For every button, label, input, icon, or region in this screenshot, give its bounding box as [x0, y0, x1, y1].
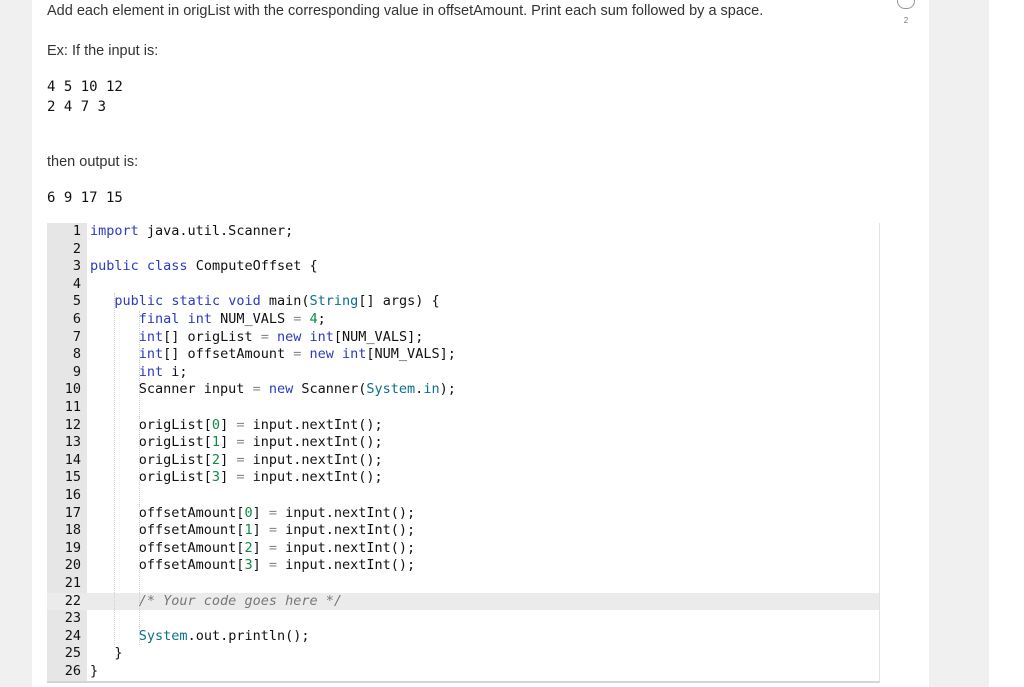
code-line[interactable]: 11 [47, 399, 879, 417]
code-text[interactable]: origList[3] = input.nextInt(); [90, 469, 383, 487]
code-editor[interactable]: 1 import java.util.Scanner; 2 3 public class… [47, 223, 880, 683]
line-number: 15 [64, 469, 81, 486]
line-number: 25 [64, 645, 81, 662]
code-line[interactable]: 8 int[] offsetAmount = new int[NUM_VALS]… [47, 346, 879, 364]
code-line[interactable]: 12 origList[0] = input.nextInt(); [47, 417, 879, 435]
code-text[interactable]: origList[2] = input.nextInt(); [90, 452, 383, 470]
code-text[interactable]: /* Your code goes here */ [90, 593, 342, 611]
code-line[interactable]: 21 [47, 575, 879, 593]
line-number: 23 [64, 610, 81, 627]
line-number: 7 [72, 328, 81, 345]
code-text[interactable]: public static void main(String[] args) { [90, 293, 439, 311]
line-number: 11 [64, 399, 81, 415]
code-line[interactable]: 22 /* Your code goes here */ [47, 592, 879, 611]
line-number: 24 [64, 627, 81, 644]
code-text[interactable]: import java.util.Scanner; [90, 223, 293, 241]
code-line[interactable]: 24 System.out.println(); [47, 628, 879, 646]
line-number: 20 [64, 557, 81, 574]
code-text[interactable]: } [90, 645, 122, 663]
code-line[interactable]: 1 import java.util.Scanner; [47, 223, 879, 241]
progress-count: 2 [903, 16, 909, 25]
line-number: 19 [64, 539, 81, 556]
code-text[interactable]: origList[1] = input.nextInt(); [90, 434, 383, 452]
code-line[interactable]: 14 origList[2] = input.nextInt(); [47, 452, 879, 470]
code-text[interactable]: } [90, 663, 98, 681]
line-number: 14 [64, 451, 81, 468]
line-number: 5 [72, 293, 81, 310]
line-number: 8 [72, 346, 81, 363]
code-line[interactable]: 7 int[] origList = new int[NUM_VALS]; [47, 329, 879, 347]
code-text[interactable]: public class ComputeOffset { [90, 258, 318, 276]
code-line[interactable]: 10 Scanner input = new Scanner(System.in… [47, 381, 879, 399]
indent-guide [114, 293, 116, 646]
code-line[interactable]: 20 offsetAmount[3] = input.nextInt(); [47, 557, 879, 575]
example-input-line-2: 2 4 7 3 [47, 99, 107, 115]
example-input-line-1: 4 5 10 12 [47, 79, 123, 95]
example-label: Ex: If the input is: [47, 43, 159, 59]
code-line[interactable]: 19 offsetAmount[2] = input.nextInt(); [47, 540, 879, 558]
code-text[interactable]: final int NUM_VALS = 4; [90, 311, 326, 329]
code-text[interactable]: int[] origList = new int[NUM_VALS]; [90, 329, 424, 347]
code-line[interactable]: 25 } [47, 645, 879, 663]
line-number: 21 [64, 575, 81, 591]
code-line[interactable]: 3 public class ComputeOffset { [47, 258, 879, 276]
indent-guide [138, 311, 140, 646]
line-number: 3 [72, 258, 81, 275]
line-number: 18 [64, 522, 81, 539]
line-number: 1 [72, 223, 81, 239]
line-number: 26 [64, 663, 81, 679]
line-number: 10 [64, 381, 81, 398]
line-number: 2 [72, 240, 81, 257]
line-number: 9 [72, 363, 81, 380]
code-text[interactable]: Scanner input = new Scanner(System.in); [90, 381, 456, 399]
code-line[interactable]: 18 offsetAmount[1] = input.nextInt(); [47, 522, 879, 540]
line-number: 12 [64, 416, 81, 433]
example-output-line: 6 9 17 15 [47, 190, 123, 206]
code-line[interactable]: 6 final int NUM_VALS = 4; [47, 311, 879, 329]
instructions-text: Add each element in origList with the co… [47, 3, 764, 19]
right-panel [989, 0, 1024, 687]
code-text[interactable]: origList[0] = input.nextInt(); [90, 417, 383, 435]
code-line[interactable]: 15 origList[3] = input.nextInt(); [47, 469, 879, 487]
line-number: 4 [72, 275, 81, 292]
line-number: 13 [64, 434, 81, 451]
code-line[interactable]: 4 [47, 276, 879, 294]
code-line[interactable]: 23 [47, 610, 879, 628]
code-line[interactable]: 2 [47, 241, 879, 259]
trophy-icon [897, 0, 915, 9]
code-text[interactable]: System.out.println(); [90, 628, 310, 646]
line-number: 22 [64, 592, 81, 609]
code-line[interactable]: 16 [47, 487, 879, 505]
code-line[interactable]: 26} [47, 663, 879, 681]
progress-indicator[interactable]: 2 [895, 0, 917, 26]
code-line[interactable]: 9 int i; [47, 364, 879, 382]
code-line[interactable]: 5 public static void main(String[] args)… [47, 293, 879, 311]
line-number: 6 [72, 311, 81, 327]
output-label: then output is: [47, 154, 139, 170]
line-number: 16 [64, 487, 81, 503]
code-line[interactable]: 13 origList[1] = input.nextInt(); [47, 434, 879, 452]
code-line[interactable]: 17 offsetAmount[0] = input.nextInt(); [47, 505, 879, 523]
code-text[interactable]: int[] offsetAmount = new int[NUM_VALS]; [90, 346, 456, 364]
line-number: 17 [64, 504, 81, 521]
